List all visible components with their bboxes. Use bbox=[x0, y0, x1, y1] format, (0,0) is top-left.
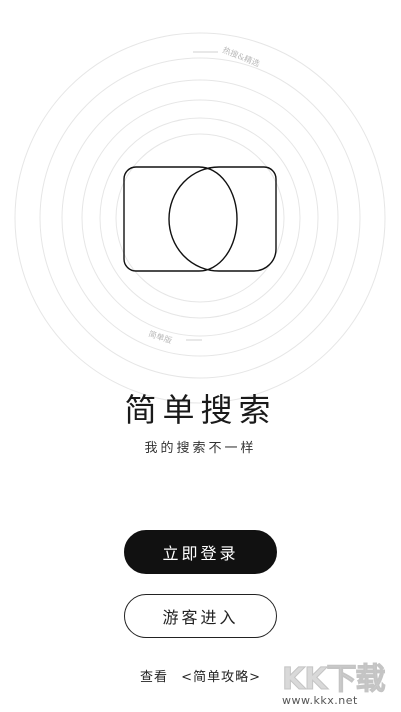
footer-prefix: 查看 bbox=[140, 670, 169, 685]
ring-tag-lite: 简单版 bbox=[147, 328, 173, 345]
watermark-url: www.kkx.net bbox=[282, 694, 358, 707]
guest-entry-button[interactable]: 游客进入 bbox=[124, 594, 277, 638]
app-subtitle: 我的搜索不一样 bbox=[144, 441, 257, 456]
app-logo-icon bbox=[123, 166, 277, 272]
app-title: 简单搜索 bbox=[124, 391, 277, 429]
login-button[interactable]: 立即登录 bbox=[124, 530, 277, 574]
watermark: KK下载 www.kkx.net bbox=[282, 650, 400, 710]
ring-tag-featured: 热搜&精选 bbox=[221, 45, 261, 69]
guide-link[interactable]: <简单攻略> bbox=[181, 670, 261, 685]
watermark-logo: KK下载 bbox=[282, 662, 386, 698]
